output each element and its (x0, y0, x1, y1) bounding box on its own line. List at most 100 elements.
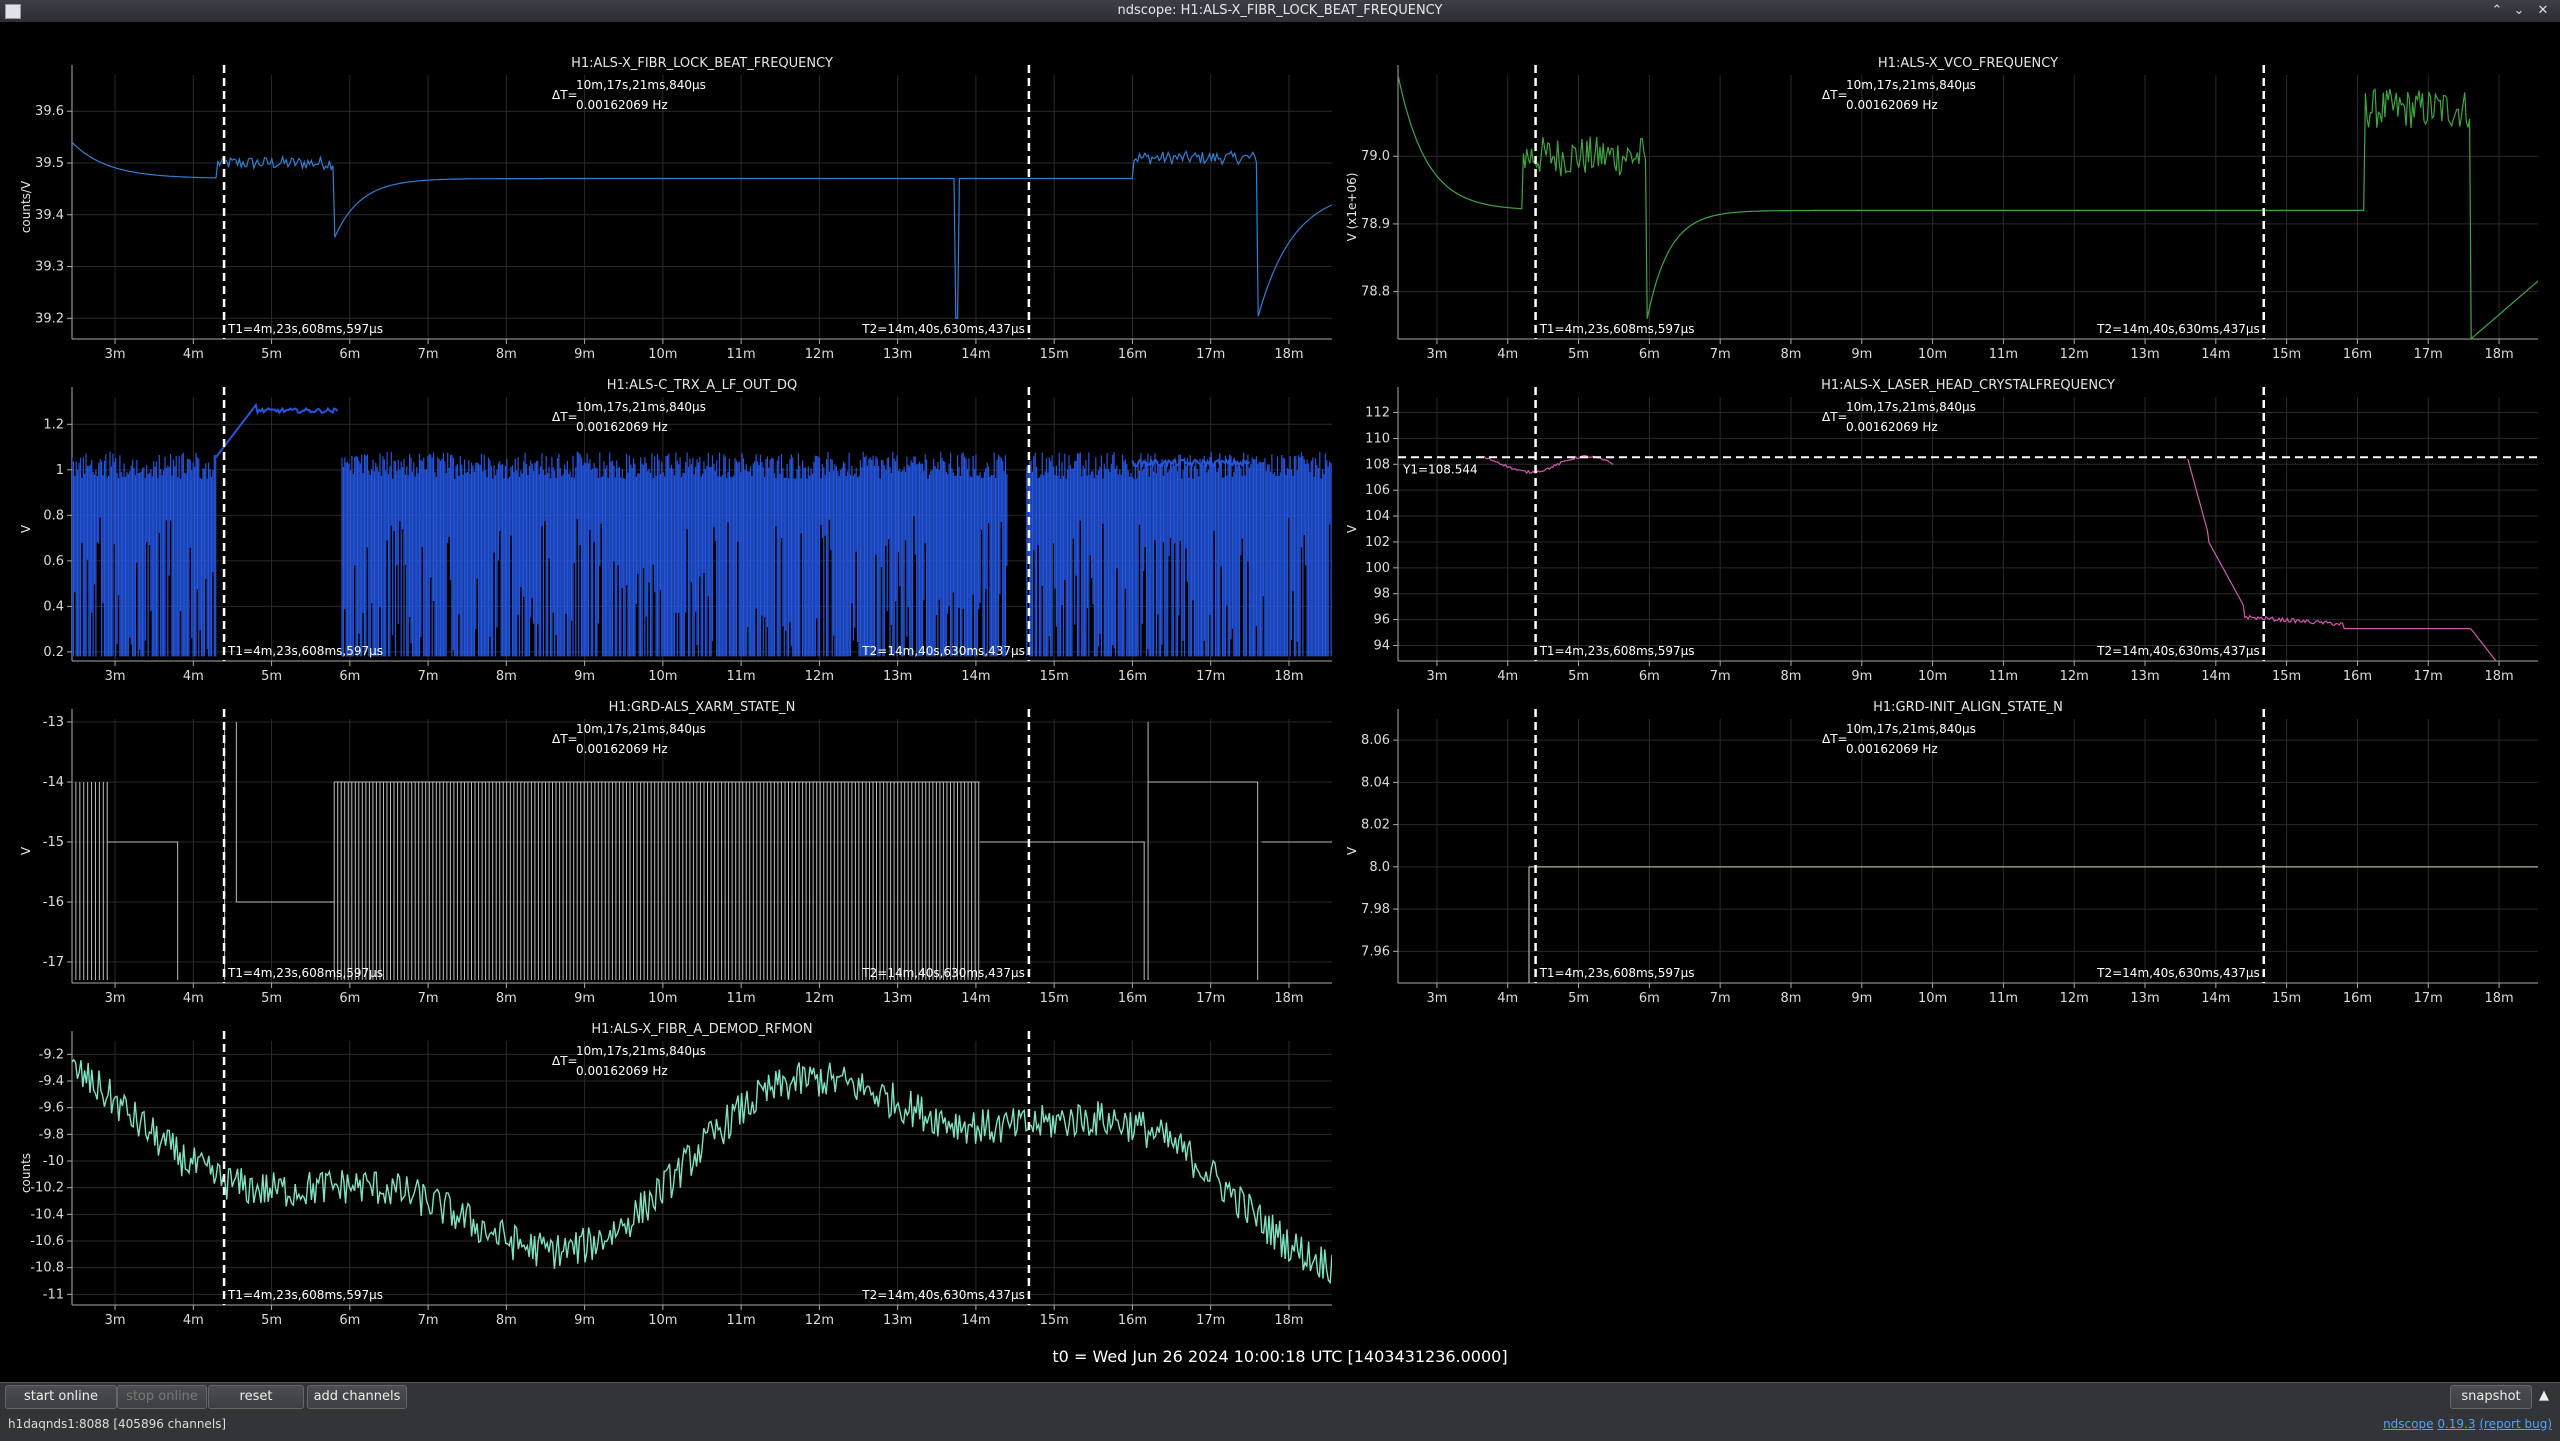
trace-group (72, 141, 1332, 319)
plot-panel-p5[interactable]: H1:GRD-ALS_XARM_STATE_N V 3m 4m 5m 6m 7m 8m 9m 10… (19, 700, 1332, 1006)
x-tick-label: 8m (1781, 669, 1802, 684)
x-tick-label: 9m (574, 1313, 595, 1328)
t2-cursor-label: T2=14m,40s,630ms,437μs (2096, 322, 2260, 336)
y-tick-label: 96 (1373, 613, 1390, 628)
x-tick-label: 17m (1196, 347, 1225, 362)
x-tick-label: 7m (418, 669, 439, 684)
delta-f-value: 0.00162069 Hz (576, 420, 668, 434)
add-channels-button[interactable]: add channels (307, 1385, 407, 1409)
x-tick-label: 18m (1274, 347, 1303, 362)
x-tick-label: 8m (1781, 347, 1802, 362)
t2-cursor-label: T2=14m,40s,630ms,437μs (861, 322, 1025, 336)
x-tick-label: 9m (1851, 991, 1872, 1006)
y-tick-label: 0.4 (43, 599, 64, 614)
x-tick-label: 13m (2130, 991, 2159, 1006)
trace-line (1398, 75, 2538, 339)
delta-f-value: 0.00162069 Hz (576, 1064, 668, 1078)
delta-t-label: ΔT= (552, 410, 578, 424)
x-tick-label: 11m (727, 991, 756, 1006)
delta-t-value: 10m,17s,21ms,840μs (576, 1044, 706, 1058)
y-tick-label: 8.0 (1369, 860, 1390, 875)
x-tick-label: 11m (727, 669, 756, 684)
t1-cursor-label: T1=4m,23s,608ms,597μs (1539, 966, 1695, 980)
x-tick-label: 5m (261, 347, 282, 362)
x-tick-label: 16m (1118, 669, 1147, 684)
y-tick-label: 1 (56, 463, 64, 478)
x-tick-label: 10m (1918, 991, 1947, 1006)
plot-title: H1:ALS-X_FIBR_LOCK_BEAT_FREQUENCY (571, 56, 833, 71)
x-tick-label: 10m (648, 669, 677, 684)
plot-panel-p7[interactable]: H1:ALS-X_FIBR_A_DEMOD_RFMONcounts3m 4m 5m 6… (19, 1022, 1332, 1328)
y-tick-label: -10.8 (30, 1261, 64, 1276)
x-tick-label: 7m (418, 347, 439, 362)
expand-icon[interactable]: ▲ (2534, 1385, 2554, 1407)
x-tick-label: 13m (883, 1313, 912, 1328)
y-tick-label: -10.6 (30, 1234, 64, 1249)
y-tick-label: -11 (43, 1287, 64, 1302)
minimize-button[interactable]: ⌄ (2510, 2, 2528, 20)
x-tick-label: 16m (2343, 347, 2372, 362)
x-tick-label: 4m (1497, 669, 1518, 684)
plot-panel-p4[interactable]: H1:ALS-X_LASER_HEAD_CRYSTALFREQUENCY V 3m 4… (1345, 378, 2538, 715)
x-tick-label: 17m (1196, 669, 1225, 684)
version-link[interactable]: 0.19.3 (2437, 1417, 2475, 1431)
plot-area[interactable]: H1:ALS-X_FIBR_LOCK_BEAT_FREQUENCY counts/… (0, 22, 2560, 1382)
x-tick-label: 5m (1568, 991, 1589, 1006)
plots-canvas[interactable]: H1:ALS-X_FIBR_LOCK_BEAT_FREQUENCY counts/… (0, 22, 2560, 1382)
delta-t-value: 10m,17s,21ms,840μs (1846, 400, 1976, 414)
t1-cursor-label: T1=4m,23s,608ms,597μs (1539, 322, 1695, 336)
x-tick-label: 15m (1040, 669, 1069, 684)
plot-panel-p6[interactable]: H1:GRD-INIT_ALIGN_STATE_N V 3m 4m 5m 6m 7m 8m 9m… (1345, 700, 2538, 1006)
x-tick-label: 10m (648, 347, 677, 362)
x-tick-label: 12m (805, 347, 834, 362)
x-tick-label: 15m (1040, 1313, 1069, 1328)
x-tick-label: 8m (496, 347, 517, 362)
plot-panel-p1[interactable]: H1:ALS-X_FIBR_LOCK_BEAT_FREQUENCY counts/… (19, 56, 1332, 362)
window-titlebar: ndscope: H1:ALS-X_FIBR_LOCK_BEAT_FREQUEN… (0, 0, 2560, 23)
y-tick-label: -9.4 (39, 1074, 64, 1089)
x-tick-label: 14m (961, 1313, 990, 1328)
y-tick-label: 7.96 (1361, 944, 1390, 959)
maximize-button[interactable]: ⌃ (2488, 2, 2506, 20)
y-tick-label: 0.8 (43, 508, 64, 523)
t2-cursor-label: T2=14m,40s,630ms,437μs (2096, 644, 2260, 658)
y-tick-label: -17 (43, 955, 64, 970)
y-tick-label: 39.3 (35, 260, 64, 275)
x-tick-label: 18m (1274, 991, 1303, 1006)
x-tick-label: 7m (1710, 991, 1731, 1006)
x-tick-label: 7m (418, 1313, 439, 1328)
y-axis-label: V (x1e+06) (1345, 173, 1359, 242)
x-tick-label: 3m (1426, 991, 1447, 1006)
y-tick-label: 39.4 (35, 208, 64, 223)
close-button[interactable]: ✕ (2534, 2, 2552, 20)
plot-title: H1:ALS-X_LASER_HEAD_CRYSTALFREQUENCY (1821, 378, 2115, 393)
x-tick-label: 5m (261, 1313, 282, 1328)
reset-button[interactable]: reset (208, 1385, 304, 1409)
snapshot-button[interactable]: snapshot (2450, 1385, 2532, 1409)
y-tick-label: 78.8 (1361, 285, 1390, 300)
x-tick-label: 18m (2484, 991, 2513, 1006)
start-online-button[interactable]: start online (5, 1385, 117, 1409)
delta-t-label: ΔT= (552, 88, 578, 102)
x-tick-label: 6m (1639, 347, 1660, 362)
report-bug-link[interactable]: (report bug) (2479, 1417, 2552, 1431)
x-tick-label: 13m (883, 991, 912, 1006)
x-tick-label: 10m (1918, 669, 1947, 684)
version-line: ndscope 0.19.3 (report bug) (2383, 1417, 2552, 1431)
delta-t-value: 10m,17s,21ms,840μs (576, 78, 706, 92)
x-tick-label: 15m (2272, 347, 2301, 362)
x-tick-label: 12m (805, 669, 834, 684)
app-link[interactable]: ndscope (2383, 1417, 2433, 1431)
x-tick-label: 9m (1851, 669, 1872, 684)
t1-cursor-label: T1=4m,23s,608ms,597μs (1539, 644, 1695, 658)
y-tick-label: -16 (43, 895, 64, 910)
x-tick-label: 11m (1989, 991, 2018, 1006)
plot-panel-p3[interactable]: H1:ALS-C_TRX_A_LF_OUT_DQ V 3m 4m 5m 6m 7m 8m 9m 1… (19, 378, 1332, 684)
plot-panel-p2[interactable]: H1:ALS-X_VCO_FREQUENCY V (x1e+06) 3m 4m 5m 6m… (1345, 56, 2538, 362)
stop-online-button[interactable]: stop online (117, 1385, 207, 1409)
x-tick-label: 10m (1918, 347, 1947, 362)
trace-group (72, 1058, 1332, 1285)
trace-line (72, 1058, 1332, 1285)
status-line: h1daqnds1:8088 [405896 channels] (8, 1417, 226, 1431)
y-tick-label: 7.98 (1361, 902, 1390, 917)
